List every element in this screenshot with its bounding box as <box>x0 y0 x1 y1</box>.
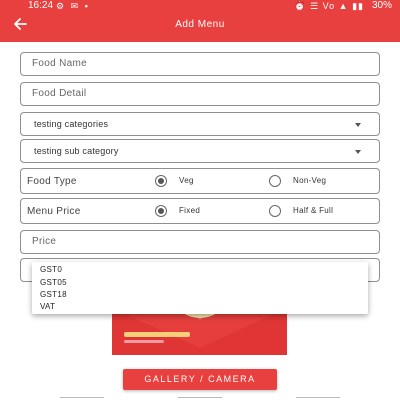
price-placeholder: Price <box>32 236 57 247</box>
preview-highlight-bar <box>124 332 190 337</box>
menu-price-group: Menu Price Fixed Half & Full <box>20 198 380 224</box>
preview-subtitle-bar <box>124 340 164 343</box>
food-type-non-veg-radio[interactable] <box>269 175 281 187</box>
food-detail-field[interactable]: Food Detail <box>20 82 380 106</box>
menu-price-fixed-radio[interactable] <box>155 205 167 217</box>
food-name-field[interactable]: Food Name <box>20 52 380 76</box>
sub-category-select[interactable]: testing sub category <box>20 139 380 163</box>
food-name-placeholder: Food Name <box>32 58 87 69</box>
price-field[interactable]: Price <box>20 230 380 254</box>
nav-hint-left <box>60 397 104 398</box>
food-type-veg-label[interactable]: Veg <box>179 176 194 185</box>
category-value: testing categories <box>34 119 109 129</box>
dropdown-option-gst18[interactable]: GST18 <box>40 290 67 299</box>
dropdown-option-gst05[interactable]: GST05 <box>40 278 67 287</box>
gallery-camera-button[interactable]: GALLERY / CAMERA <box>123 369 277 390</box>
menu-price-label: Menu Price <box>27 206 81 217</box>
status-bar: 16:24 ⚙ ✉ ▪ ⏰ ☰ Vo ▲ ▮▮ 30% <box>0 0 400 12</box>
menu-price-half-full-label[interactable]: Half & Full <box>293 206 333 215</box>
nav-hint-right <box>296 397 340 398</box>
menu-price-half-full-radio[interactable] <box>269 205 281 217</box>
menu-price-fixed-label[interactable]: Fixed <box>179 206 200 215</box>
notification-icons: ⚙ ✉ ▪ <box>56 1 90 11</box>
tax-dropdown-menu: GST0 GST05 GST18 VAT <box>32 262 368 314</box>
system-nav-bar <box>0 394 400 400</box>
system-icons: ⏰ ☰ Vo ▲ ▮▮ <box>294 1 364 11</box>
app-bar: Add Menu <box>0 12 400 42</box>
caret-down-icon <box>355 123 361 127</box>
food-type-group: Food Type Veg Non-Veg <box>20 168 380 194</box>
page-title: Add Menu <box>175 19 225 30</box>
status-time: 16:24 <box>28 0 54 11</box>
caret-down-icon <box>355 150 361 154</box>
dropdown-option-vat[interactable]: VAT <box>40 302 55 311</box>
nav-hint-center <box>178 397 222 398</box>
category-select[interactable]: testing categories <box>20 112 380 136</box>
dropdown-option-gst0[interactable]: GST0 <box>40 265 62 274</box>
battery-percentage: 30% <box>371 0 392 11</box>
food-detail-placeholder: Food Detail <box>32 88 87 99</box>
food-type-label: Food Type <box>27 176 77 187</box>
sub-category-value: testing sub category <box>34 146 119 156</box>
food-type-non-veg-label[interactable]: Non-Veg <box>293 176 326 185</box>
food-type-veg-radio[interactable] <box>155 175 167 187</box>
